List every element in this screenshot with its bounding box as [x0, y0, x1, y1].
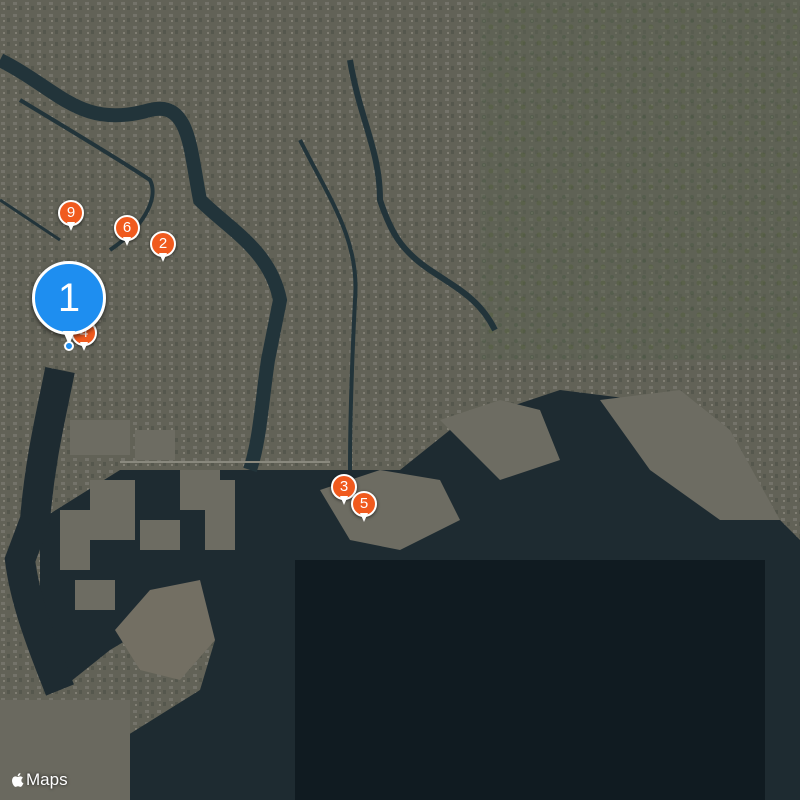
apple-logo-icon: [12, 773, 24, 787]
island: [90, 480, 135, 540]
pin-tail: [340, 496, 348, 505]
pin-tail: [360, 513, 368, 522]
pin-tail: [67, 222, 75, 231]
island: [70, 420, 130, 455]
island: [135, 430, 175, 460]
island: [140, 520, 180, 550]
map-pin-1-selected[interactable]: 1: [32, 261, 106, 351]
map-view[interactable]: 9 6 2 4 3 5 1 Maps: [0, 0, 800, 800]
island: [75, 580, 115, 610]
pin-tail: [123, 237, 131, 246]
maps-attribution[interactable]: Maps: [10, 770, 68, 790]
deep-water: [295, 560, 765, 800]
island: [205, 480, 235, 550]
map-pin-5[interactable]: 5: [351, 491, 377, 523]
map-pin-9[interactable]: 9: [58, 200, 84, 232]
attribution-text: Maps: [26, 770, 68, 789]
map-pin-6[interactable]: 6: [114, 215, 140, 247]
location-dot: [64, 341, 74, 351]
pin-tail: [159, 253, 167, 262]
deep-water-2: [490, 560, 580, 580]
map-pin-2[interactable]: 2: [150, 231, 176, 263]
green-area: [480, 0, 800, 360]
island: [60, 510, 90, 570]
satellite-imagery: [0, 0, 800, 800]
pin-label: 1: [32, 261, 106, 335]
